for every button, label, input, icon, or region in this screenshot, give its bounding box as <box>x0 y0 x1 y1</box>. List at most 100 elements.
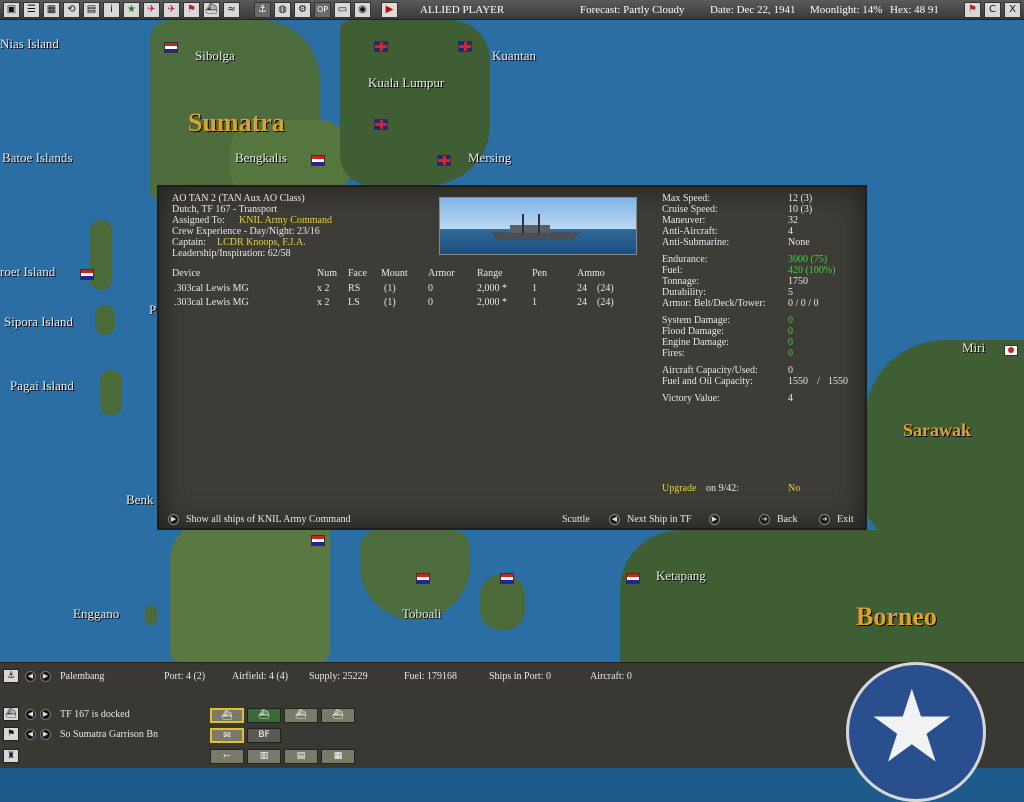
stat-maneuver-label: Maneuver: <box>662 215 706 226</box>
stat-cruise: 10 (3) <box>788 204 813 215</box>
col-device: Device <box>172 268 201 279</box>
harbor-icon[interactable]: ⚓ <box>254 1 271 18</box>
close-button[interactable]: X <box>1004 2 1021 18</box>
col-ammo: Ammo <box>577 268 605 279</box>
info-icon[interactable]: i <box>103 1 120 18</box>
captain-label: Captain: <box>172 237 206 248</box>
british-base-flag-icon[interactable] <box>374 41 388 52</box>
dutch-base-flag-icon[interactable] <box>311 535 325 546</box>
leader-icon[interactable]: ♜ <box>3 749 19 763</box>
british-base-flag-icon[interactable] <box>374 119 388 130</box>
c-button[interactable]: C <box>984 2 1001 18</box>
next-unit-icon[interactable]: ▶ <box>40 729 51 740</box>
route-icon[interactable]: ≈ <box>223 1 240 18</box>
dutch-base-flag-icon[interactable] <box>311 155 325 166</box>
ship-tile[interactable]: ⛴ <box>321 708 355 723</box>
flag-toggle-icon[interactable]: ⚑ <box>964 2 981 18</box>
stat-cruise-label: Cruise Speed: <box>662 204 718 215</box>
back-button[interactable]: Back <box>777 514 798 525</box>
ship-task-force-icon[interactable]: ⛴ <box>3 707 19 721</box>
base-name[interactable]: Palembang <box>60 671 104 682</box>
device-pen: 1 <box>532 297 537 308</box>
ship-tile[interactable]: ⛴ <box>284 708 318 723</box>
ship-tile-selected[interactable]: ⛴ <box>210 708 244 723</box>
intel-icon[interactable]: ◉ <box>354 1 371 18</box>
show-all-ships-icon[interactable]: ▶ <box>168 514 179 525</box>
stat-endurance-label: Endurance: <box>662 254 708 265</box>
anchor-icon[interactable]: ⚓ <box>3 669 19 683</box>
exit-icon[interactable]: ➜ <box>819 514 830 525</box>
device-name[interactable]: .303cal Lewis MG <box>174 283 249 294</box>
label-benk-partial: Benk <box>126 492 154 507</box>
show-all-ships-button[interactable]: Show all ships of KNIL Army Command <box>186 514 351 525</box>
device-num: x 2 <box>317 297 330 308</box>
map-square-icon[interactable]: ▣ <box>3 1 20 18</box>
enggano-land <box>145 605 157 625</box>
upgrade-link[interactable]: Upgrade <box>662 483 696 494</box>
next-tf-icon[interactable]: ▶ <box>40 709 51 720</box>
mail-tile[interactable]: ✉ <box>210 728 244 743</box>
stat-fuel-oil-sep: / <box>817 376 820 387</box>
dutch-base-flag-icon[interactable] <box>164 42 178 53</box>
unit-tile[interactable]: ▤ <box>284 749 318 764</box>
tf-status[interactable]: TF 167 is docked <box>60 709 130 720</box>
device-pen: 1 <box>532 283 537 294</box>
report-icon[interactable]: ▤ <box>83 1 100 18</box>
dutch-base-flag-icon[interactable] <box>80 269 94 280</box>
bf-tile[interactable]: BF <box>247 728 281 743</box>
stat-max-speed-label: Max Speed: <box>662 193 711 204</box>
stat-aircraft: 0 <box>788 365 793 376</box>
prev-base-icon[interactable]: ◀ <box>25 671 36 682</box>
ship-tile[interactable]: ⛴ <box>247 708 281 723</box>
scuttle-button[interactable]: Scuttle <box>562 514 590 525</box>
stat-flood-damage-label: Flood Damage: <box>662 326 724 337</box>
dutch-base-flag-icon[interactable] <box>626 573 640 584</box>
play-turn-icon[interactable]: ▶ <box>381 1 398 18</box>
gun-tile[interactable]: ⤚ <box>210 749 244 764</box>
globe-icon[interactable]: ◍ <box>274 1 291 18</box>
refresh-icon[interactable]: ⟲ <box>63 1 80 18</box>
prev-ship-icon[interactable]: ◀ <box>609 514 620 525</box>
label-mersing: Mersing <box>468 150 512 165</box>
japanese-base-flag-icon[interactable] <box>1004 345 1018 356</box>
label-borneo: Borneo <box>856 602 937 631</box>
unit-name[interactable]: So Sumatra Garrison Bn <box>60 729 158 740</box>
flag-icon[interactable]: ⚑ <box>183 1 200 18</box>
aircraft-icon[interactable]: ✈ <box>143 1 160 18</box>
device-range: 2,000 * <box>477 297 507 308</box>
ship-name: AO TAN 2 (TAN Aux AO Class) <box>172 193 305 204</box>
aircraft-alt-icon[interactable]: ✈ <box>163 1 180 18</box>
device-range: 2,000 * <box>477 283 507 294</box>
british-base-flag-icon[interactable] <box>458 41 472 52</box>
stat-fuel: 420 (100%) <box>788 265 836 276</box>
stat-armor-label: Armor: Belt/Deck/Tower: <box>662 298 766 309</box>
label-toboali: Toboali <box>402 606 442 621</box>
unit-flag-icon[interactable]: ⚑ <box>3 727 19 741</box>
base-tile[interactable]: ▥ <box>247 749 281 764</box>
dutch-base-flag-icon[interactable] <box>500 573 514 584</box>
ship-mast <box>538 214 540 234</box>
op-button[interactable]: OP <box>314 1 331 18</box>
next-ship-icon[interactable]: ▶ <box>709 514 720 525</box>
british-base-flag-icon[interactable] <box>437 155 451 166</box>
stat-engine-damage: 0 <box>788 337 793 348</box>
prev-unit-icon[interactable]: ◀ <box>25 729 36 740</box>
star-icon[interactable]: ★ <box>123 1 140 18</box>
grid-icon[interactable]: ▦ <box>43 1 60 18</box>
prev-tf-icon[interactable]: ◀ <box>25 709 36 720</box>
next-base-icon[interactable]: ▶ <box>40 671 51 682</box>
assigned-value[interactable]: KNIL Army Command <box>239 215 332 226</box>
settings-icon[interactable]: ⚙ <box>294 1 311 18</box>
base-port: Port: 4 (2) <box>164 671 206 682</box>
ship-icon[interactable]: ⛴ <box>203 1 220 18</box>
captain-value[interactable]: LCDR Knoops, F.J.A. <box>217 237 306 248</box>
dutch-base-flag-icon[interactable] <box>416 573 430 584</box>
document-icon[interactable]: ▭ <box>334 1 351 18</box>
list-icon[interactable]: ☰ <box>23 1 40 18</box>
device-name[interactable]: .303cal Lewis MG <box>174 297 249 308</box>
exit-button[interactable]: Exit <box>837 514 854 525</box>
device-ammo-max: (24) <box>597 297 614 308</box>
factory-tile[interactable]: ▦ <box>321 749 355 764</box>
back-icon[interactable]: ➜ <box>759 514 770 525</box>
label-sarawak: Sarawak <box>903 420 972 440</box>
